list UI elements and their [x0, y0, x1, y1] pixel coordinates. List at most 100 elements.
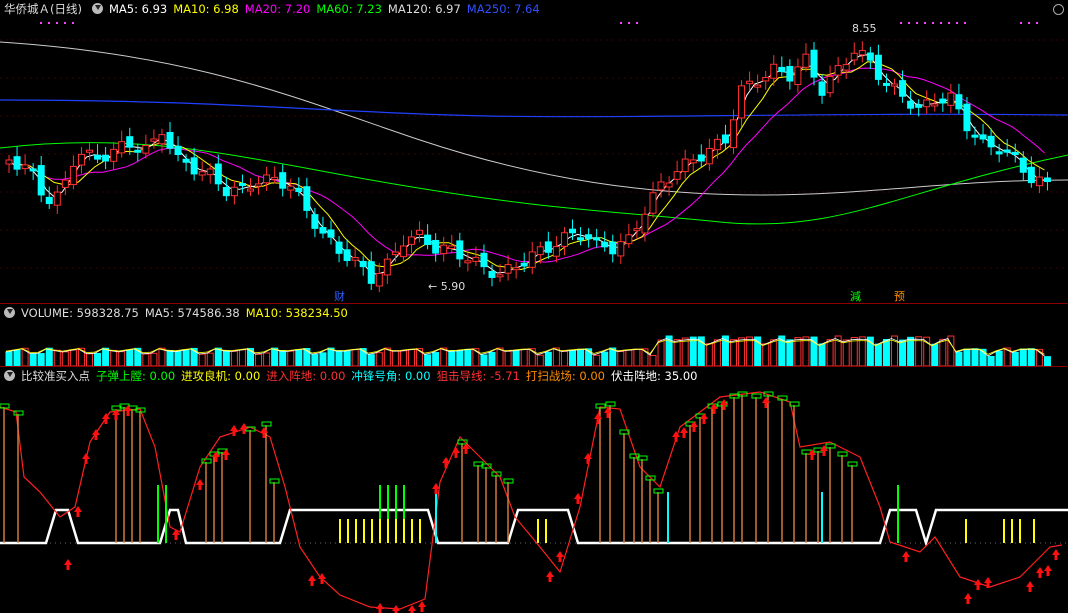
candle-body	[279, 172, 287, 189]
reduce-holding-marker[interactable]: 減	[848, 288, 863, 304]
top-marker-dot	[620, 22, 622, 24]
volume-bar	[94, 352, 102, 366]
volume-bar	[899, 339, 907, 366]
buy-arrow-icon	[808, 449, 816, 460]
volume-bar	[738, 337, 746, 366]
candle-body	[778, 66, 786, 73]
buy-arrow-icon	[690, 421, 698, 432]
volume-bar	[391, 350, 399, 366]
candle-body	[931, 103, 939, 107]
volume-bar	[786, 339, 794, 366]
buy-arrow-icon	[720, 399, 728, 410]
ma-indicator-label: MA20: 7.20	[244, 2, 311, 16]
volume-bar	[271, 347, 279, 366]
top-marker-dot	[72, 22, 74, 24]
volume-bar	[1027, 348, 1035, 366]
candle-body	[536, 246, 544, 256]
volume-panel[interactable]: VOLUME: 598328.75 MA5: 574586.38 MA10: 538…	[0, 304, 1068, 366]
volume-bar	[158, 347, 166, 366]
candle-body	[102, 154, 110, 162]
volume-bar	[689, 336, 697, 366]
candle-body	[963, 103, 971, 132]
candle-body	[577, 237, 585, 241]
volume-bar	[762, 343, 770, 366]
volume-bar	[69, 349, 77, 366]
top-marker-dot	[1036, 22, 1038, 24]
candle-body	[512, 267, 520, 271]
buy-arrow-icon	[240, 423, 248, 434]
volume-bar	[335, 350, 343, 366]
candlestick-chart[interactable]	[0, 0, 1068, 304]
price-panel[interactable]: 华侨城Ａ(日线) MA5: 6.93 MA10: 6.98 MA20: 7.20 MA6…	[0, 0, 1068, 304]
candle-body	[697, 154, 705, 162]
volume-bar	[657, 339, 665, 366]
top-marker-dot	[628, 22, 630, 24]
candle-body	[118, 141, 126, 154]
volume-bar	[1019, 348, 1027, 366]
forecast-marker[interactable]: 预	[892, 288, 907, 304]
volume-bar	[45, 347, 53, 366]
volume-bar	[882, 338, 890, 366]
buy-arrow-icon	[64, 559, 72, 570]
candle-body	[858, 50, 866, 56]
candle-body	[29, 168, 37, 172]
volume-indicator-list: VOLUME: 598328.75 MA5: 574586.38 MA10: 538…	[21, 306, 354, 320]
candle-body	[359, 260, 367, 268]
candle-body	[472, 256, 480, 262]
candle-body	[399, 245, 407, 258]
candle-body	[891, 83, 898, 87]
signal-indicator-label: 进入阵地: 0.00	[266, 369, 346, 383]
ma60-line	[0, 142, 1068, 225]
candle-body	[593, 237, 601, 241]
candle-body	[673, 171, 681, 180]
finance-event-marker[interactable]: 财	[332, 288, 347, 304]
volume-bar	[577, 348, 585, 366]
volume-menu-icon[interactable]	[4, 307, 15, 318]
volume-bar	[625, 349, 633, 366]
indicator-menu-icon[interactable]	[91, 3, 103, 14]
volume-bar	[279, 350, 287, 366]
candle-body	[713, 138, 721, 151]
candle-body	[1035, 176, 1043, 187]
volume-bar	[770, 339, 778, 366]
volume-bar	[987, 355, 995, 366]
candle-body	[923, 99, 931, 108]
candle-body	[247, 188, 254, 192]
candle-body	[947, 92, 955, 106]
volume-bar	[955, 351, 963, 366]
candle-body	[190, 157, 198, 175]
candle-body	[633, 228, 641, 232]
volume-bar	[1011, 351, 1019, 366]
volume-bar	[408, 348, 415, 366]
candle-body	[850, 52, 858, 61]
candle-body	[464, 260, 472, 264]
buy-arrow-icon	[820, 445, 828, 456]
volume-bar	[399, 350, 407, 366]
candle-body	[601, 241, 609, 248]
panel-maximize-icon[interactable]	[1053, 4, 1064, 15]
volume-bar	[520, 348, 528, 366]
volume-bar	[907, 336, 915, 366]
candle-body	[77, 153, 85, 166]
stock-title: 华侨城Ａ(日线)	[4, 2, 82, 16]
volume-indicator-label: MA10: 538234.50	[245, 306, 348, 320]
volume-bar	[504, 350, 512, 366]
candle-body	[705, 148, 713, 165]
candle-body	[263, 174, 271, 184]
candle-body	[625, 234, 633, 245]
signal-panel[interactable]: 比较准买入点 子弹上膛: 0.00 进攻良机: 0.00 进入阵地: 0.00 冲锋号角…	[0, 367, 1068, 613]
candle-body	[222, 187, 230, 197]
top-marker-dot	[56, 22, 58, 24]
signal-chart[interactable]	[0, 367, 1068, 613]
sniper-guide-line	[0, 391, 1063, 610]
high-price-label: 8.55	[852, 22, 877, 35]
signal-menu-icon[interactable]	[4, 370, 15, 381]
volume-bar	[174, 350, 182, 366]
candle-body	[657, 181, 665, 191]
volume-bar	[287, 350, 295, 366]
volume-bar	[569, 349, 576, 366]
candle-body	[86, 149, 93, 153]
buy-arrow-icon	[700, 413, 708, 424]
top-marker-dot	[956, 22, 958, 24]
volume-bar	[53, 349, 61, 366]
